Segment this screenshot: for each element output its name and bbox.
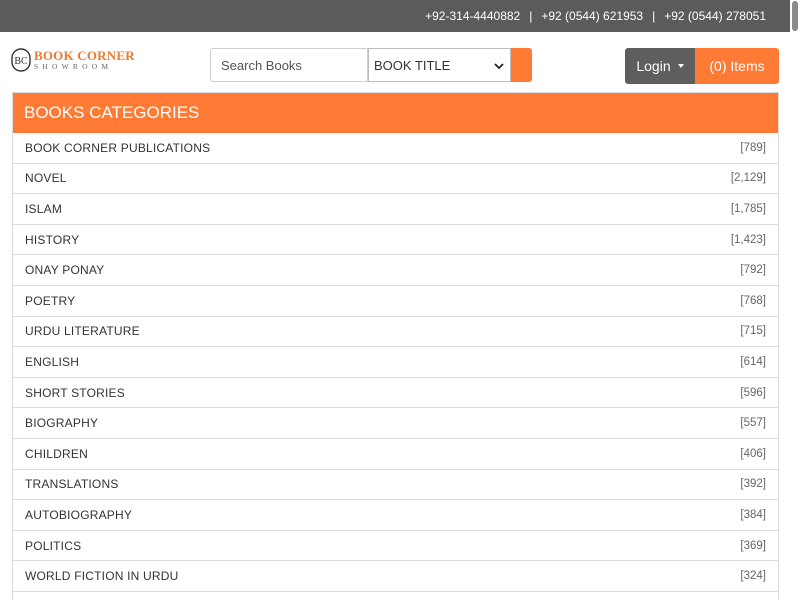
category-name: WORLD FICTION IN URDU — [25, 569, 179, 584]
caret-down-icon — [677, 64, 684, 68]
category-name: SHORT STORIES — [25, 385, 125, 400]
login-button[interactable]: Login — [625, 48, 695, 84]
category-item[interactable]: BIOGRAPHY [557] — [13, 408, 778, 439]
category-count: [557] — [740, 417, 766, 430]
category-name: TRANSLATIONS — [25, 477, 119, 492]
categories-panel: BOOKS CATEGORIES BOOK CORNER PUBLICATION… — [12, 92, 779, 600]
category-item[interactable]: POETRY [768] — [13, 286, 778, 317]
category-count: [2,129] — [730, 172, 766, 185]
category-count: [1,423] — [730, 233, 766, 246]
categories-title: BOOKS CATEGORIES — [13, 93, 778, 133]
category-count: [1,785] — [730, 202, 766, 215]
category-name: BIOGRAPHY — [25, 416, 99, 431]
phone-separator: | — [652, 9, 656, 23]
category-item[interactable]: CHILDREN [406] — [13, 439, 778, 470]
logo-title: BOOK CORNER — [34, 48, 135, 64]
category-item[interactable]: ENGLISH [614] — [13, 347, 778, 378]
category-item[interactable]: POLITICS [369] — [13, 531, 778, 562]
category-name: POLITICS — [25, 538, 82, 553]
categories-list: BOOK CORNER PUBLICATIONS [789] NOVEL [2,129… — [13, 133, 778, 600]
category-name: CHILDREN — [25, 446, 88, 461]
site-logo[interactable]: BC BOOK CORNER SHOWROOM — [11, 47, 135, 73]
logo-subtitle: SHOWROOM — [34, 62, 113, 72]
category-count: [789] — [740, 141, 766, 154]
search-input[interactable] — [210, 48, 368, 82]
category-item[interactable]: SHORT STORIES [596] — [13, 378, 778, 409]
category-count: [392] — [740, 478, 766, 491]
cart-button[interactable]: (0) Items — [695, 48, 779, 84]
category-name: NOVEL — [25, 171, 67, 186]
category-item[interactable]: ISLAM [1,785] — [13, 194, 778, 225]
category-item[interactable]: HISTORY [1,423] — [13, 225, 778, 256]
phone-number-3[interactable]: +92 (0544) 278051 — [664, 9, 766, 23]
category-count: [792] — [740, 264, 766, 277]
category-name: ONAY PONAY — [25, 263, 105, 278]
category-name: ENGLISH — [25, 354, 80, 369]
category-item[interactable]: AUTOBIOGRAPHY [384] — [13, 500, 778, 531]
category-name: HISTORY — [25, 232, 80, 247]
category-item[interactable]: URDU LITERATURE [715] — [13, 317, 778, 348]
category-name: BOOK CORNER PUBLICATIONS — [25, 140, 211, 155]
cart-label: (0) Items — [709, 58, 765, 74]
search-type-value: BOOK TITLE — [374, 57, 451, 73]
category-count: [406] — [740, 447, 766, 460]
scrollbar-thumb[interactable] — [792, 1, 798, 31]
category-name: AUTOBIOGRAPHY — [25, 507, 133, 522]
category-count: [384] — [740, 508, 766, 521]
scrollbar[interactable] — [790, 0, 800, 600]
category-item[interactable]: TRANSLATIONS [392] — [13, 470, 778, 501]
phone-number-2[interactable]: +92 (0544) 621953 — [541, 9, 643, 23]
phone-separator: | — [529, 9, 533, 23]
category-count: [768] — [740, 294, 766, 307]
category-count: [715] — [740, 325, 766, 338]
category-count: [369] — [740, 539, 766, 552]
category-item[interactable]: NOVEL [2,129] — [13, 164, 778, 195]
login-label: Login — [636, 58, 671, 74]
category-count: [596] — [740, 386, 766, 399]
category-item[interactable]: WORLD FICTION IN URDU [324] — [13, 561, 778, 592]
chevron-down-icon — [494, 63, 504, 70]
top-contact-bar: +92-314-4440882 | +92 (0544) 621953 | +9… — [0, 0, 790, 32]
category-name: ISLAM — [25, 201, 63, 216]
search-type-select[interactable]: BOOK TITLE — [368, 48, 511, 82]
category-item[interactable] — [13, 592, 778, 600]
category-count: [324] — [740, 570, 766, 583]
category-item[interactable]: BOOK CORNER PUBLICATIONS [789] — [13, 133, 778, 164]
logo-monogram: BC — [14, 56, 28, 67]
category-name: POETRY — [25, 293, 76, 308]
category-name: URDU LITERATURE — [25, 324, 140, 339]
phone-number-1[interactable]: +92-314-4440882 — [425, 9, 520, 23]
category-count: [614] — [740, 355, 766, 368]
logo-mark-icon: BC — [11, 48, 31, 72]
category-item[interactable]: ONAY PONAY [792] — [13, 255, 778, 286]
search-button[interactable] — [511, 48, 532, 82]
